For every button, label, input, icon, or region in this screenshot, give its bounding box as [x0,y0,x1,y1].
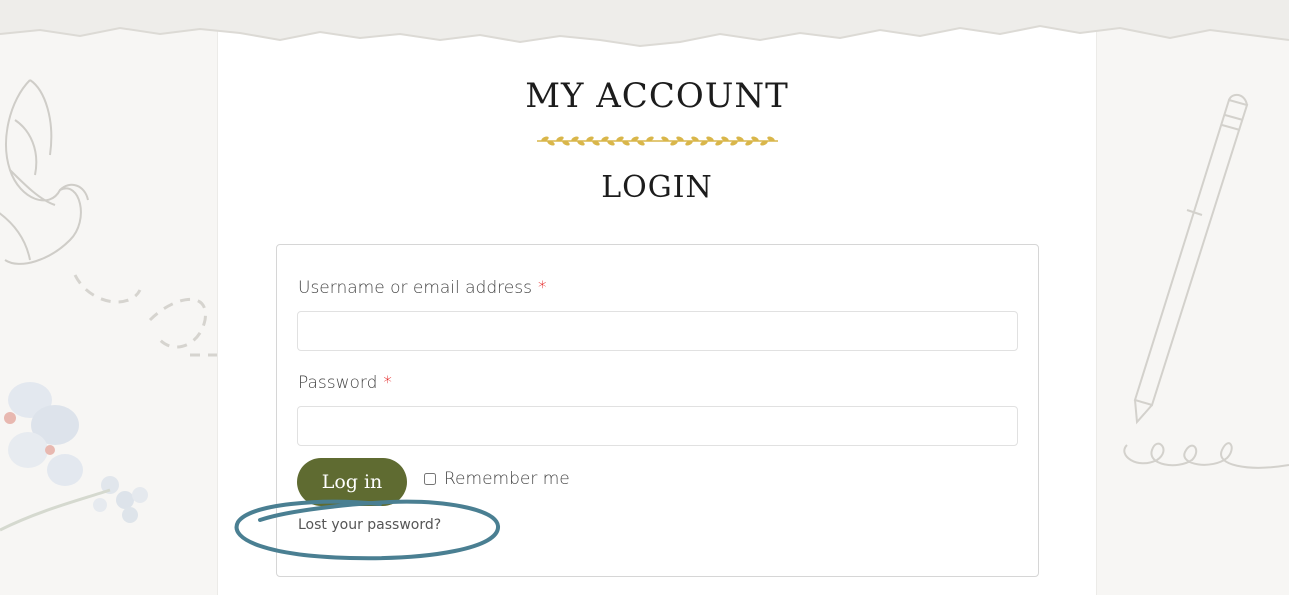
remember-me-checkbox[interactable] [424,473,436,485]
login-button[interactable]: Log in [297,458,407,506]
login-heading: LOGIN [601,170,713,205]
password-label: Password * [298,373,392,393]
page: MY ACCOUNT LOGIN Username or email addre… [0,0,1289,595]
username-label-text: Username or email address [298,278,532,298]
password-label-text: Password [298,373,378,393]
laurel-divider-icon [537,136,778,146]
required-marker: * [383,373,392,393]
login-form: Username or email address * Password * Log… [276,244,1039,577]
required-marker: * [537,278,547,298]
username-input[interactable] [297,311,1018,351]
page-title: MY ACCOUNT [525,76,789,116]
username-label: Username or email address * [298,278,546,298]
butterfly-flower-decoration [0,79,217,532]
lost-password-link[interactable]: Lost your password? [298,517,441,533]
remember-me[interactable]: Remember me [424,469,570,489]
password-input[interactable] [297,406,1018,446]
main-content: MY ACCOUNT LOGIN Username or email addre… [217,0,1097,595]
pencil-decoration [1123,93,1289,469]
torn-paper-edge [0,0,1289,48]
remember-me-label: Remember me [444,469,570,489]
